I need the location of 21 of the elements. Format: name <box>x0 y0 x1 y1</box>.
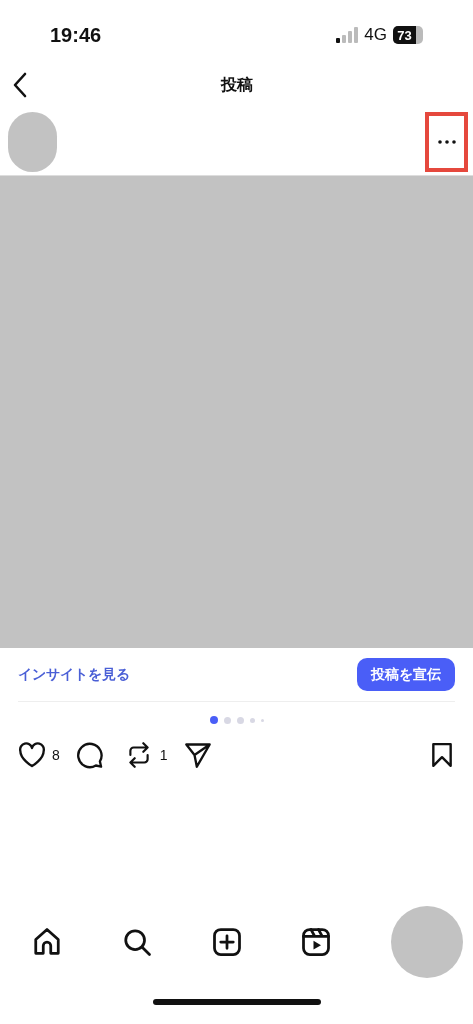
bookmark-icon[interactable] <box>431 742 453 768</box>
signal-icon <box>336 27 359 43</box>
search-icon[interactable] <box>121 927 152 957</box>
send-icon[interactable] <box>183 741 212 769</box>
reels-icon[interactable] <box>301 927 332 957</box>
comment-icon[interactable] <box>75 741 104 769</box>
promote-button[interactable]: 投稿を宣伝 <box>357 658 455 691</box>
like-count: 8 <box>52 745 60 765</box>
insights-link[interactable]: インサイトを見る <box>18 664 130 685</box>
repost-count: 1 <box>159 745 168 765</box>
back-icon[interactable] <box>12 72 28 98</box>
heart-icon[interactable] <box>18 742 46 768</box>
ellipsis-icon <box>437 139 456 144</box>
battery-indicator: 73 <box>393 26 423 44</box>
avatar <box>8 111 57 172</box>
clock-time: 19:46 <box>50 23 102 48</box>
network-label: 4G <box>364 24 387 47</box>
page-title: 投稿 <box>220 75 253 95</box>
home-icon[interactable] <box>32 927 62 957</box>
plus-square-icon[interactable] <box>211 927 242 957</box>
more-button[interactable] <box>425 111 468 172</box>
